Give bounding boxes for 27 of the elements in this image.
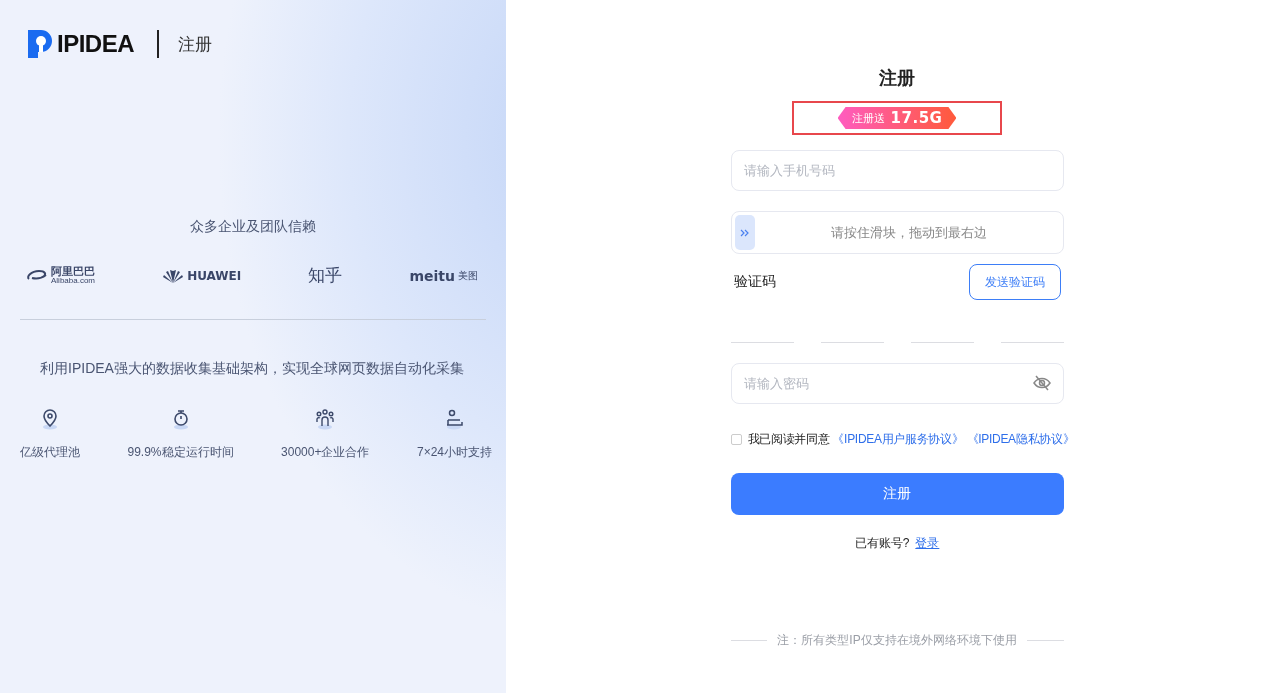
login-link[interactable]: 登录	[915, 536, 940, 550]
page-title: 注册	[178, 33, 212, 56]
feature-label: 7×24小时支持	[416, 444, 492, 461]
feature-label: 30000+企业合作	[281, 444, 370, 461]
code-label: 验证码	[733, 273, 776, 291]
send-code-button[interactable]: 发送验证码	[968, 264, 1061, 300]
feature-label: 亿级代理池	[20, 444, 80, 461]
password-field[interactable]: 请输入密码	[730, 363, 1064, 404]
slider-hint: 请按住滑块，拖动到最右边	[830, 223, 988, 242]
agree-text: 我已阅读并同意	[747, 431, 830, 448]
brand-name: IPIDEA	[57, 30, 134, 58]
promo-badge: 注册送 17.5G	[837, 107, 957, 129]
agreement-link[interactable]: 《IPIDEA用户服务协议》	[832, 431, 964, 448]
feature-label: 99.9%稳定运行时间	[127, 444, 234, 461]
huawei-logo: HUAWEI	[162, 267, 242, 284]
register-button[interactable]: 注册	[730, 473, 1064, 515]
form-title: 注册	[878, 67, 916, 90]
phone-field[interactable]: 请输入手机号码	[730, 150, 1064, 191]
section-title: 众多企业及团队信赖	[190, 218, 316, 236]
tagline: 利用IPIDEA强大的数据收集基础架构，实现全球网页数据自动化采集	[39, 360, 465, 378]
agreement-link[interactable]: 《IPIDEA隐私协议》	[966, 431, 1075, 448]
login-prompt: 已有账号?	[854, 536, 910, 550]
zhihu-logo: 知乎	[308, 265, 343, 287]
slider-track[interactable]: 请按住滑块，拖动到最右边	[730, 211, 1064, 254]
footer-note: 注：所有类型IP仅支持在境外网络环境下使用	[777, 632, 1017, 649]
alibaba-logo: 阿里巴巴 Alibaba.com	[26, 266, 96, 285]
meitu-logo: meitu 美图	[409, 267, 478, 284]
